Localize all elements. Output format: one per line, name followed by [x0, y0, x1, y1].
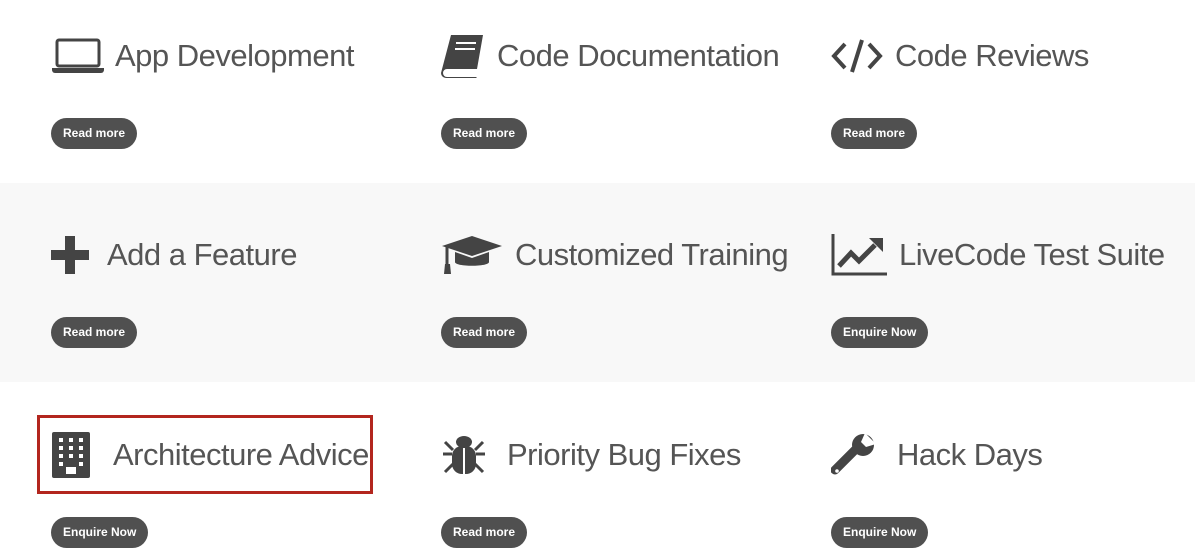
card-title: Hack Days [897, 437, 1043, 472]
card-title: Priority Bug Fixes [507, 437, 741, 472]
card-priority-bug-fixes: Priority Bug Fixes Read more [441, 430, 821, 548]
plus-icon [51, 233, 97, 277]
card-add-a-feature: Add a Feature Read more [51, 230, 431, 348]
card-code-reviews: Code Reviews Read more [831, 31, 1195, 149]
building-icon [51, 432, 103, 478]
read-more-button[interactable]: Read more [51, 118, 138, 149]
enquire-now-button[interactable]: Enquire Now [831, 317, 929, 348]
card-title: Add a Feature [107, 237, 297, 272]
card-title: Code Reviews [895, 38, 1089, 73]
read-more-button[interactable]: Read more [441, 517, 528, 548]
card-title: Architecture Advice [113, 437, 369, 472]
bug-icon [441, 433, 497, 477]
wrench-icon [831, 433, 887, 477]
card-app-development: App Development Read more [51, 31, 431, 149]
card-title: Code Documentation [497, 38, 780, 73]
laptop-icon [51, 34, 105, 78]
graduation-cap-icon [441, 233, 505, 277]
enquire-now-button[interactable]: Enquire Now [51, 517, 149, 548]
card-title: Customized Training [515, 237, 789, 272]
card-title: App Development [115, 38, 354, 73]
code-icon [831, 34, 885, 78]
card-title: LiveCode Test Suite [899, 237, 1165, 272]
enquire-now-button[interactable]: Enquire Now [831, 517, 929, 548]
read-more-button[interactable]: Read more [51, 317, 138, 348]
card-code-documentation: Code Documentation Read more [441, 31, 821, 149]
card-hack-days: Hack Days Enquire Now [831, 430, 1195, 548]
line-chart-icon [831, 233, 889, 277]
read-more-button[interactable]: Read more [831, 118, 918, 149]
read-more-button[interactable]: Read more [441, 317, 528, 348]
card-architecture-advice: Architecture Advice Enquire Now [51, 430, 431, 548]
card-livecode-test-suite: LiveCode Test Suite Enquire Now [831, 230, 1195, 348]
read-more-button[interactable]: Read more [441, 118, 528, 149]
card-customized-training: Customized Training Read more [441, 230, 841, 348]
book-icon [441, 34, 487, 78]
